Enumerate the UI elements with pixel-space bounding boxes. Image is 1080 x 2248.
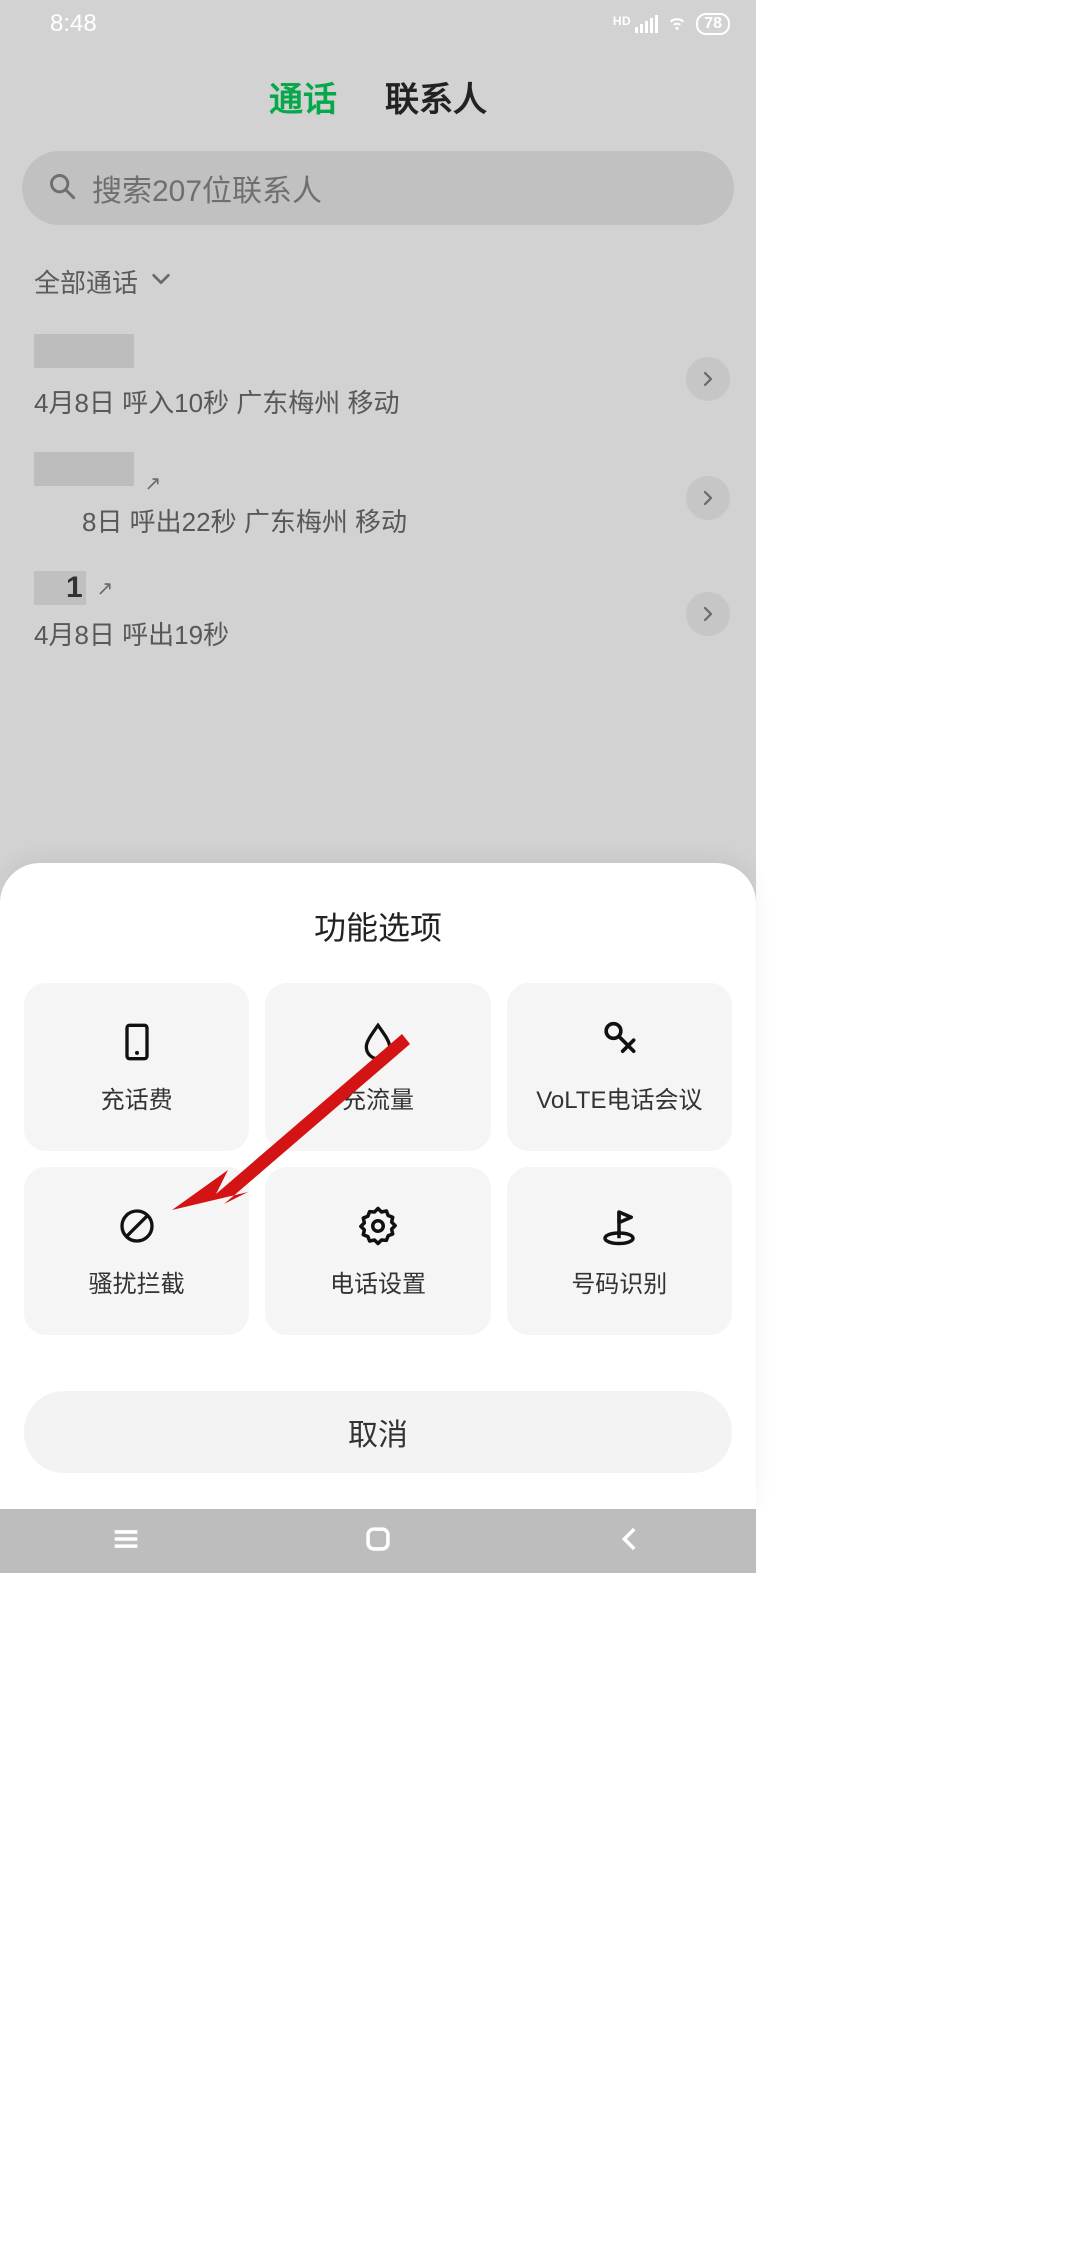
tile-number-id[interactable]: 号码识别: [507, 1167, 732, 1335]
outgoing-icon: ↗: [144, 471, 161, 496]
call-name: 1: [34, 571, 86, 605]
wifi-icon: [666, 10, 688, 38]
clock: 8:48: [50, 10, 97, 38]
outgoing-icon: ↗: [96, 576, 113, 601]
tile-label: 充话费: [101, 1080, 173, 1115]
chevron-down-icon: [150, 266, 172, 297]
tile-phone-settings[interactable]: 电话设置: [265, 1167, 490, 1335]
call-detail-button[interactable]: [686, 476, 730, 520]
recent-apps-button[interactable]: [109, 1522, 143, 1561]
tile-label: 电话设置: [330, 1264, 426, 1299]
hd-indicator: HD: [613, 14, 631, 28]
options-sheet: 功能选项 充话费 充流量 VoLTE电话会议: [0, 863, 756, 1509]
tile-label: VoLTE电话会议: [536, 1080, 702, 1115]
call-name: [34, 452, 134, 486]
battery-indicator: 78: [696, 13, 730, 35]
call-filter[interactable]: 全部通话: [34, 263, 756, 300]
sheet-title: 功能选项: [18, 903, 738, 949]
tile-label: 号码识别: [571, 1264, 667, 1299]
call-detail-button[interactable]: [686, 357, 730, 401]
call-subtitle: 4月8日 呼出19秒: [34, 615, 722, 652]
call-row[interactable]: 4月8日 呼入10秒 广东梅州 移动: [0, 320, 756, 438]
top-tabs: 通话 联系人: [0, 72, 756, 121]
options-grid: 充话费 充流量 VoLTE电话会议 骚扰拦截: [18, 983, 738, 1335]
call-row[interactable]: ↗ 8日 呼出22秒 广东梅州 移动: [0, 438, 756, 557]
tile-label: 骚扰拦截: [89, 1264, 185, 1299]
cancel-label: 取消: [348, 1410, 408, 1454]
gear-icon: [356, 1204, 400, 1248]
status-bar: 8:48 HD 78: [0, 0, 756, 48]
tab-calls[interactable]: 通话: [269, 72, 337, 121]
tile-spam-block[interactable]: 骚扰拦截: [24, 1167, 249, 1335]
call-detail-button[interactable]: [686, 592, 730, 636]
cancel-button[interactable]: 取消: [24, 1391, 732, 1473]
tab-contacts[interactable]: 联系人: [385, 72, 487, 121]
call-subtitle: 4月8日 呼入10秒 广东梅州 移动: [34, 383, 722, 420]
droplet-icon: [356, 1020, 400, 1064]
filter-label: 全部通话: [34, 263, 138, 300]
tile-recharge-data[interactable]: 充流量: [265, 983, 490, 1151]
mic-icon: [597, 1020, 641, 1064]
search-icon: [48, 172, 76, 205]
phone-card-icon: [115, 1020, 159, 1064]
status-right: HD 78: [613, 10, 730, 38]
back-button[interactable]: [613, 1522, 647, 1561]
call-subtitle: 8日 呼出22秒 广东梅州 移动: [82, 502, 722, 539]
phone-screen: 8:48 HD 78 通话 联系人 搜索207位联系人 全部通话: [0, 0, 756, 1573]
search-input[interactable]: 搜索207位联系人: [22, 151, 734, 225]
call-list: 4月8日 呼入10秒 广东梅州 移动 ↗ 8日 呼出22秒 广东梅州 移动 1: [0, 320, 756, 670]
call-row[interactable]: 1 ↗ 4月8日 呼出19秒: [0, 557, 756, 670]
tile-recharge-calls[interactable]: 充话费: [24, 983, 249, 1151]
flag-icon: [597, 1204, 641, 1248]
search-placeholder: 搜索207位联系人: [92, 166, 322, 210]
tile-volte-conference[interactable]: VoLTE电话会议: [507, 983, 732, 1151]
block-icon: [115, 1204, 159, 1248]
signal-icon: [635, 15, 658, 33]
tile-label: 充流量: [342, 1080, 414, 1115]
home-button[interactable]: [361, 1522, 395, 1561]
system-nav-bar: [0, 1509, 756, 1573]
call-name: [34, 334, 134, 368]
